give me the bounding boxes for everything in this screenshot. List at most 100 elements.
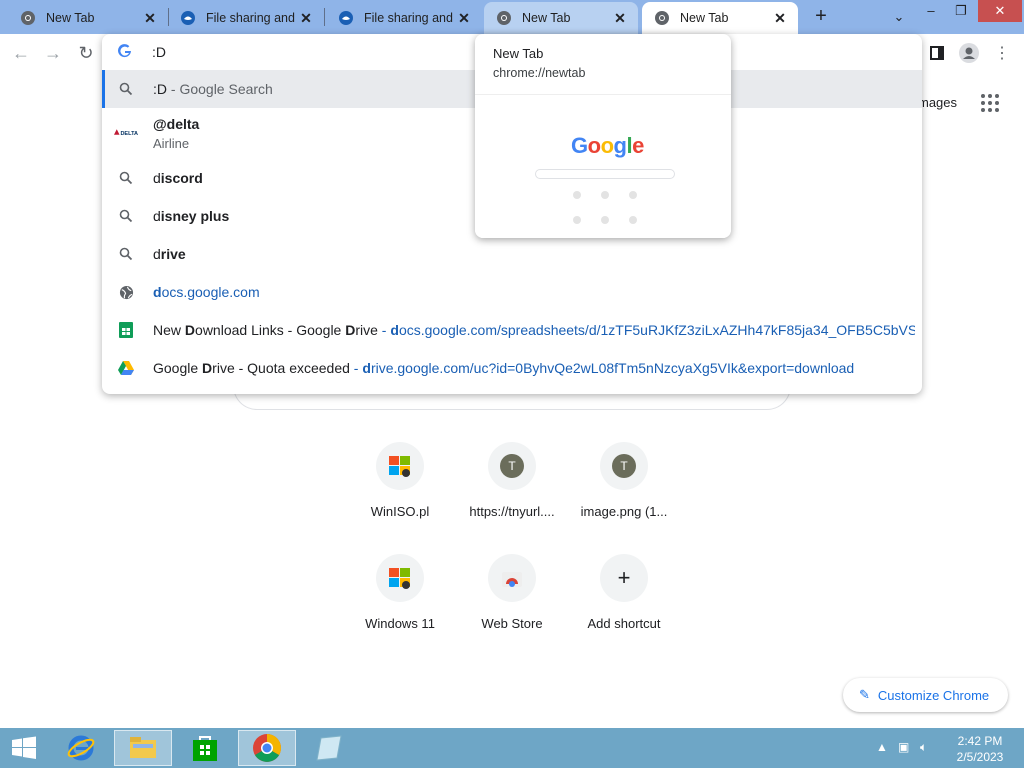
- thumbnail-shortcut: [629, 191, 637, 199]
- close-tab-icon[interactable]: ✕: [612, 10, 628, 26]
- suggestion-separator: -: [349, 360, 363, 376]
- suggestion-url: ocs.google.com: [161, 284, 260, 300]
- shortcut-windows-11[interactable]: Windows 11: [344, 554, 456, 654]
- start-button[interactable]: [0, 730, 48, 766]
- apps-grid-icon[interactable]: [981, 94, 999, 112]
- thumbnail-shortcut: [573, 191, 581, 199]
- tab-title: File sharing and s: [364, 11, 456, 25]
- tab-file-sharing-2[interactable]: File sharing and s ✕: [326, 2, 482, 34]
- tab-file-sharing-1[interactable]: File sharing and s ✕: [168, 2, 324, 34]
- menu-icon[interactable]: ⋮: [991, 42, 1013, 64]
- omnibox-text: :D: [152, 44, 166, 60]
- hover-card-title: New Tab: [493, 46, 544, 61]
- suggestion-text: rive - Quota exceeded: [212, 360, 350, 376]
- tab-new-tab-2[interactable]: New Tab ✕: [484, 2, 638, 34]
- close-tab-icon[interactable]: ✕: [456, 10, 472, 26]
- tab-search-chevron-icon[interactable]: ⌄: [884, 6, 914, 28]
- network-icon[interactable]: ▣: [898, 740, 909, 754]
- windows-icon: [376, 554, 424, 602]
- close-tab-icon[interactable]: ✕: [772, 10, 788, 26]
- chrome-taskbar-icon[interactable]: [238, 730, 296, 766]
- cloud-icon: [180, 10, 196, 26]
- shortcut-web-store[interactable]: Web Store: [456, 554, 568, 654]
- search-icon: [118, 170, 134, 186]
- store-icon[interactable]: [176, 730, 234, 766]
- thumbnail-shortcut: [601, 191, 609, 199]
- suggestion-docs-google[interactable]: docs.google.com: [102, 273, 922, 311]
- tab-new-tab-active[interactable]: New Tab ✕: [642, 2, 798, 34]
- shortcut-tnyurl[interactable]: T https://tnyurl....: [456, 442, 568, 542]
- side-panel-icon[interactable]: [926, 42, 948, 64]
- thumbnail-shortcut: [601, 216, 609, 224]
- suggestion-match: D: [202, 360, 213, 376]
- suggestion-url: rive.google.com/uc?id=0ByhvQe2wL08fTm5nN…: [370, 360, 855, 376]
- suggestion-match: D: [345, 322, 356, 338]
- suggestion-url: ocs.google.com/spreadsheets/d/1zTF5uRJKf…: [398, 322, 915, 338]
- show-hidden-icons[interactable]: ▲: [876, 740, 888, 754]
- reload-icon[interactable]: ↻: [75, 42, 97, 64]
- system-clock[interactable]: 2:42 PM 2/5/2023: [946, 733, 1014, 765]
- thumbnail-shortcut: [573, 216, 581, 224]
- profile-avatar[interactable]: [958, 42, 980, 64]
- notepad-icon[interactable]: [300, 730, 358, 766]
- tab-title: New Tab: [46, 11, 95, 25]
- suggestion-text: ownload Links - Google: [195, 322, 346, 338]
- suggestion-match: D: [184, 322, 196, 338]
- suggestion-sheets-history[interactable]: New Download Links - Google Drive - docs…: [102, 311, 922, 349]
- shortcut-image-png[interactable]: T image.png (1...: [568, 442, 680, 542]
- images-link[interactable]: mages: [918, 95, 957, 110]
- windows-taskbar: ▲ ▣ 🔈︎ 2:42 PM 2/5/2023: [0, 728, 1024, 768]
- shortcut-label: Windows 11: [365, 616, 435, 631]
- chrome-icon: [654, 10, 670, 26]
- shortcut-label: Web Store: [481, 616, 543, 631]
- chrome-icon: [20, 10, 36, 26]
- letter-avatar: T: [500, 454, 524, 478]
- thumbnail-shortcut: [629, 216, 637, 224]
- suggestion-hint: - Google Search: [167, 81, 273, 97]
- internet-explorer-icon[interactable]: [52, 730, 110, 766]
- globe-icon: [118, 284, 134, 300]
- file-explorer-icon[interactable]: [114, 730, 172, 766]
- suggestion-text: New: [153, 322, 185, 338]
- thumbnail-search-box: [535, 169, 675, 179]
- shortcut-label: Add shortcut: [587, 616, 661, 631]
- close-tab-icon[interactable]: ✕: [298, 10, 314, 26]
- suggestion-prefix: d: [153, 246, 161, 262]
- delta-logo: DELTA: [114, 124, 138, 140]
- chrome-icon: [496, 10, 512, 26]
- restore-button[interactable]: ❐: [946, 0, 976, 22]
- suggestion-text: rive: [355, 322, 378, 338]
- forward-icon[interactable]: →: [42, 42, 64, 64]
- tab-preview-thumbnail: Google: [475, 94, 731, 238]
- search-icon: [118, 246, 134, 262]
- tab-hover-card: New Tab chrome://newtab Google: [475, 34, 731, 238]
- google-drive-icon: [118, 360, 134, 376]
- suggestion-prefix: d: [153, 170, 161, 186]
- close-tab-icon[interactable]: ✕: [142, 10, 158, 26]
- google-logo: Google: [571, 133, 644, 158]
- minimize-button[interactable]: –: [916, 0, 946, 22]
- suggestion-url-match: d: [362, 360, 371, 376]
- sheets-icon: [118, 322, 134, 338]
- shortcut-label: https://tnyurl....: [469, 504, 555, 519]
- tab-new-tab-1[interactable]: New Tab ✕: [8, 2, 168, 34]
- back-icon[interactable]: ←: [10, 42, 32, 64]
- suggestion-url-match: d: [153, 284, 162, 300]
- new-tab-button[interactable]: +: [810, 6, 832, 28]
- clock-date: 2/5/2023: [956, 750, 1004, 764]
- suggestion-url-match: d: [390, 322, 399, 338]
- suggestion-completion: rive: [160, 246, 186, 262]
- suggestion-drive[interactable]: drive: [102, 235, 922, 273]
- cloud-icon: [338, 10, 354, 26]
- customize-chrome-button[interactable]: ✎ Customize Chrome: [843, 678, 1008, 712]
- plus-icon: +: [600, 554, 648, 602]
- suggestion-drive-history[interactable]: Google Drive - Quota exceeded - drive.go…: [102, 349, 922, 387]
- shortcut-add[interactable]: + Add shortcut: [568, 554, 680, 654]
- shortcut-winiso[interactable]: WinISO.pl: [344, 442, 456, 542]
- windows-icon: [376, 442, 424, 490]
- google-g-icon: [118, 44, 132, 61]
- suggestion-query: :D: [153, 81, 167, 97]
- close-window-button[interactable]: ✕: [978, 0, 1022, 22]
- customize-label: Customize Chrome: [877, 687, 990, 703]
- volume-icon[interactable]: 🔈︎: [920, 740, 927, 755]
